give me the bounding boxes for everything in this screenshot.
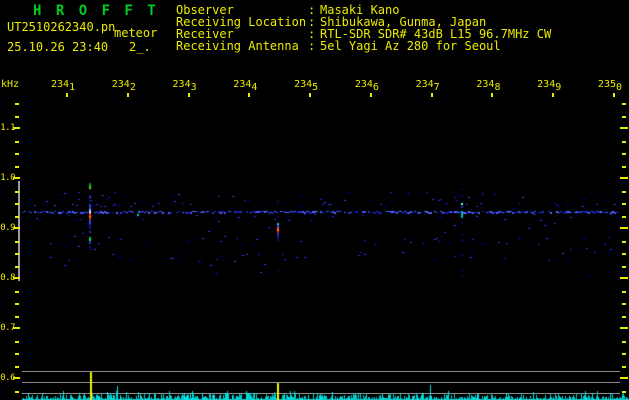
time-label-2350: 2350 <box>598 79 622 90</box>
freq-minor-tick-right <box>622 116 626 118</box>
time-tick-2349 <box>552 93 554 97</box>
freq-minor-tick-right <box>622 316 626 318</box>
time-tick-2345 <box>309 93 311 97</box>
time-label-2347: 2347 <box>416 79 440 90</box>
time-label-2341: 2341 <box>51 79 75 90</box>
time-label-2343: 2343 <box>173 79 197 90</box>
freq-minor-tick-right <box>622 253 626 255</box>
freq-major-tick-right <box>620 127 628 129</box>
time-tick-2343 <box>188 93 190 97</box>
info-row-location: Receiving Location : Shibukawa, Gunma, J… <box>0 15 629 27</box>
info-label: Receiving Antenna <box>176 39 299 53</box>
info-value: 5el Yagi Az 280 for Seoul <box>320 39 501 53</box>
info-colon: : <box>308 39 315 53</box>
time-tick-2341 <box>66 93 68 97</box>
freq-minor-tick-right <box>622 141 626 143</box>
freq-minor-tick-left <box>15 316 19 318</box>
time-label-2348: 2348 <box>476 79 500 90</box>
freq-minor-tick-left <box>15 203 19 205</box>
freq-minor-tick-right <box>622 153 626 155</box>
freq-minor-tick-left <box>15 366 19 368</box>
time-tick-2347 <box>431 93 433 97</box>
time-label-2349: 2349 <box>537 79 561 90</box>
freq-major-tick-left <box>13 177 20 179</box>
freq-minor-tick-left <box>15 266 19 268</box>
freq-minor-tick-right <box>622 303 626 305</box>
freq-minor-tick-left <box>15 253 19 255</box>
freq-minor-tick-left <box>15 291 19 293</box>
freq-minor-tick-left <box>15 341 19 343</box>
time-label-2345: 2345 <box>294 79 318 90</box>
time-tick-2342 <box>127 93 129 97</box>
freq-minor-tick-left <box>15 216 19 218</box>
time-label-2346: 2346 <box>355 79 379 90</box>
freq-minor-tick-left <box>15 241 19 243</box>
info-row-receiver: Receiver : RTL-SDR SDR# 43dB L15 96.7MHz… <box>0 27 629 39</box>
freq-minor-tick-left <box>15 103 19 105</box>
info-row-observer: Observer : Masaki Kano <box>0 3 629 15</box>
freq-minor-tick-left <box>15 166 19 168</box>
freq-major-tick-right <box>620 327 628 329</box>
freq-minor-tick-right <box>622 391 626 393</box>
freq-minor-tick-left <box>15 303 19 305</box>
hrofft-screen: H R O F F T UT2510262340.pn meteor 25.10… <box>0 0 629 400</box>
freq-minor-tick-right <box>622 341 626 343</box>
freq-major-tick-right <box>620 227 628 229</box>
freq-major-tick-right <box>620 277 628 279</box>
time-tick-2346 <box>370 93 372 97</box>
freq-major-tick-right <box>620 177 628 179</box>
freq-minor-tick-left <box>15 116 19 118</box>
freq-major-tick-left <box>13 327 20 329</box>
time-label-2342: 2342 <box>112 79 136 90</box>
freq-minor-tick-right <box>622 203 626 205</box>
spectrogram-canvas <box>0 0 629 400</box>
freq-minor-tick-right <box>622 191 626 193</box>
freq-major-tick-left <box>13 377 20 379</box>
time-tick-2350 <box>613 93 615 97</box>
freq-minor-tick-right <box>622 366 626 368</box>
freq-minor-tick-right <box>622 353 626 355</box>
freq-minor-tick-left <box>15 391 19 393</box>
time-tick-2344 <box>248 93 250 97</box>
freq-minor-tick-right <box>622 291 626 293</box>
freq-minor-tick-left <box>15 141 19 143</box>
freq-major-tick-right <box>620 377 628 379</box>
freq-unit-label: kHz <box>1 79 19 90</box>
freq-minor-tick-left <box>15 191 19 193</box>
freq-minor-tick-right <box>622 103 626 105</box>
freq-major-tick-left <box>13 277 20 279</box>
time-label-2344: 2344 <box>233 79 257 90</box>
freq-minor-tick-right <box>622 166 626 168</box>
time-tick-2348 <box>491 93 493 97</box>
freq-minor-tick-right <box>622 266 626 268</box>
freq-major-tick-left <box>13 227 20 229</box>
freq-minor-tick-left <box>15 353 19 355</box>
freq-minor-tick-left <box>15 153 19 155</box>
info-row-antenna: Receiving Antenna : 5el Yagi Az 280 for … <box>0 39 629 51</box>
freq-major-tick-left <box>13 127 20 129</box>
freq-minor-tick-right <box>622 241 626 243</box>
freq-minor-tick-right <box>622 216 626 218</box>
